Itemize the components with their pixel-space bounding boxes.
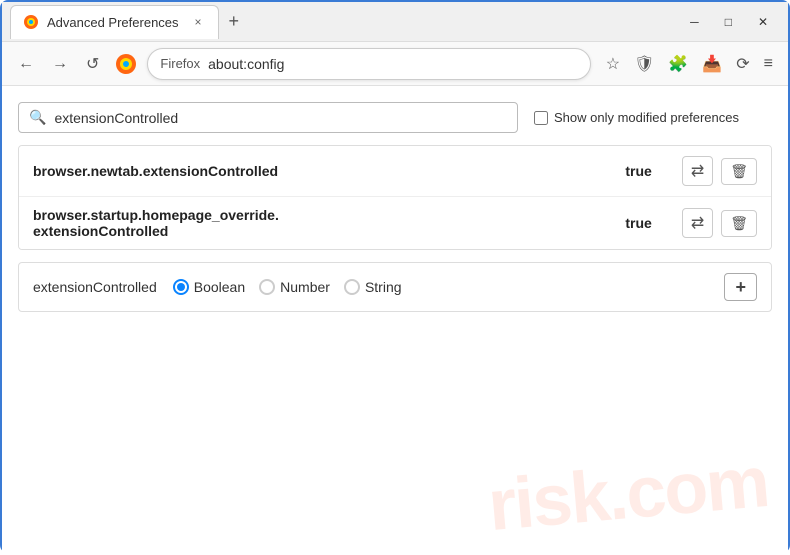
back-icon: ← [18, 55, 34, 73]
radio-string-label: String [365, 279, 402, 295]
minimize-button[interactable]: ─ [678, 11, 711, 33]
row-actions-2: ⇄ 🗑 [682, 208, 757, 238]
nav-bar: ← → ↺ Firefox about:config ☆ 🛡 🧩 📥 ⟳ ≡ [2, 42, 788, 86]
pref-value-1: true [625, 163, 651, 179]
forward-button[interactable]: → [46, 49, 74, 79]
menu-button[interactable]: ≡ [759, 50, 778, 78]
pref-name-2-line1: browser.startup.homepage_override. [33, 207, 615, 223]
bookmark-icon: ☆ [606, 56, 620, 73]
radio-string[interactable]: String [344, 279, 402, 295]
trash-icon-2: 🗑 [730, 215, 748, 231]
extension-button[interactable]: 🧩 [663, 49, 693, 79]
trash-icon-1: 🗑 [730, 163, 748, 179]
menu-icon: ≡ [764, 55, 773, 72]
search-row: 🔍 Show only modified preferences [18, 102, 772, 133]
shield-icon: 🛡 [634, 56, 654, 73]
tab-favicon [23, 14, 39, 30]
tab-close-button[interactable]: × [191, 13, 206, 31]
modified-prefs-checkbox-label[interactable]: Show only modified preferences [534, 110, 739, 125]
tab-area: Advanced Preferences × + [10, 5, 678, 39]
nav-icons: ☆ 🛡 🧩 📥 ⟳ ≡ [601, 49, 778, 79]
content-area: 🔍 Show only modified preferences browser… [2, 86, 788, 555]
pref-name-2-line2: extensionControlled [33, 223, 615, 239]
type-radio-group: Boolean Number String [173, 279, 709, 295]
results-table: browser.newtab.extensionControlled true … [18, 145, 772, 250]
back-button[interactable]: ← [12, 49, 40, 79]
address-text: about:config [208, 56, 578, 72]
toggle-button-1[interactable]: ⇄ [682, 156, 713, 186]
synced-button[interactable]: ⟳ [731, 49, 754, 79]
search-box[interactable]: 🔍 [18, 102, 518, 133]
reload-icon: ↺ [86, 54, 99, 74]
radio-boolean-dot [173, 279, 189, 295]
toggle-button-2[interactable]: ⇄ [682, 208, 713, 238]
table-row: browser.newtab.extensionControlled true … [19, 146, 771, 197]
radio-number-label: Number [280, 279, 330, 295]
modified-prefs-checkbox[interactable] [534, 111, 548, 125]
active-tab[interactable]: Advanced Preferences × [10, 5, 219, 39]
search-input[interactable] [54, 110, 507, 126]
radio-boolean-label: Boolean [194, 279, 245, 295]
download-button[interactable]: 📥 [697, 49, 727, 79]
new-pref-row: extensionControlled Boolean Number Strin… [18, 262, 772, 312]
tab-title: Advanced Preferences [47, 15, 179, 30]
title-bar: Advanced Preferences × + ─ □ ✕ [2, 2, 788, 42]
window-controls: ─ □ ✕ [678, 11, 780, 33]
pref-name-1: browser.newtab.extensionControlled [33, 163, 615, 179]
close-button[interactable]: ✕ [746, 11, 780, 33]
radio-number-dot [259, 279, 275, 295]
extension-icon: 🧩 [668, 56, 688, 73]
new-pref-name: extensionControlled [33, 279, 157, 295]
new-tab-button[interactable]: + [223, 9, 246, 34]
table-row: browser.startup.homepage_override. exten… [19, 197, 771, 249]
modified-prefs-label: Show only modified preferences [554, 110, 739, 125]
delete-button-1[interactable]: 🗑 [721, 158, 757, 185]
forward-icon: → [52, 55, 68, 73]
radio-boolean[interactable]: Boolean [173, 279, 245, 295]
firefox-label: Firefox [160, 56, 200, 71]
toggle-icon-1: ⇄ [691, 163, 704, 180]
row-actions-1: ⇄ 🗑 [682, 156, 757, 186]
firefox-logo [115, 53, 137, 75]
add-pref-button[interactable]: + [724, 273, 757, 301]
synced-icon: ⟳ [736, 56, 749, 73]
search-icon: 🔍 [29, 109, 46, 126]
watermark: risk.com [485, 441, 771, 547]
radio-number[interactable]: Number [259, 279, 330, 295]
reload-button[interactable]: ↺ [80, 48, 105, 80]
radio-string-dot [344, 279, 360, 295]
pref-name-2: browser.startup.homepage_override. exten… [33, 207, 615, 239]
bookmark-button[interactable]: ☆ [601, 49, 625, 79]
address-bar[interactable]: Firefox about:config [147, 48, 590, 80]
pref-value-2: true [625, 215, 651, 231]
shield-button[interactable]: 🛡 [629, 49, 659, 79]
toggle-icon-2: ⇄ [691, 215, 704, 232]
delete-button-2[interactable]: 🗑 [721, 210, 757, 237]
download-icon: 📥 [702, 56, 722, 73]
maximize-button[interactable]: □ [713, 11, 744, 33]
